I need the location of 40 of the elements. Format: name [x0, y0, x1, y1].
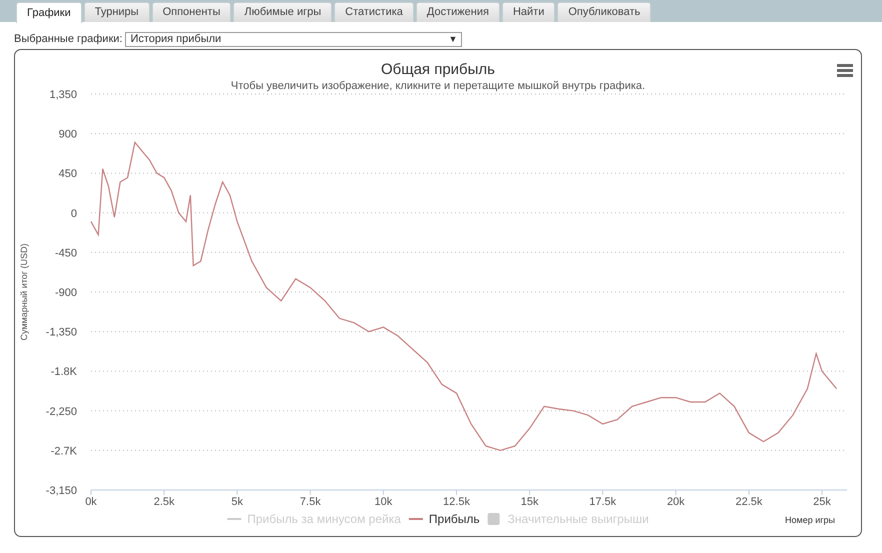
x-tick-label: 25k [813, 496, 831, 508]
tab[interactable]: Турниры [84, 2, 150, 22]
chart-subtitle: Чтобы увеличить изображение, кликните и перетащите мышкой внутрь графика. [230, 80, 646, 92]
x-tick-label: 20k [666, 496, 685, 508]
tab[interactable]: Найти [502, 2, 556, 22]
legend-item[interactable]: Прибыль [408, 512, 480, 526]
x-axis-title: Номер игры [785, 515, 835, 525]
y-tick-label: -450 [54, 247, 77, 260]
x-tick-label: 5k [231, 496, 244, 508]
tab[interactable]: Оппоненты [152, 2, 232, 22]
x-tick-label: 2.5k [154, 496, 174, 508]
y-tick-label: -1,350 [46, 326, 77, 339]
y-tick-label: -2,250 [46, 406, 77, 418]
x-tick-label: 15k [520, 496, 538, 508]
y-axis-title: Суммарный итог (USD) [19, 243, 29, 341]
y-tick-label: 1,350 [49, 89, 77, 101]
x-tick-label: 17.5k [589, 496, 616, 508]
x-tick-label: 22.5k [735, 496, 762, 508]
dropdown-arrow-icon: ▼ [448, 33, 458, 46]
tab[interactable]: Любимые игры [233, 2, 332, 22]
tab[interactable]: Опубликовать [557, 2, 652, 22]
y-tick-label: 450 [58, 168, 77, 180]
tab[interactable]: Статистика [334, 2, 414, 22]
legend-label: Прибыль [428, 512, 480, 526]
x-tick-label: 12.5k [443, 496, 470, 508]
menu-icon[interactable] [837, 64, 853, 77]
chart-title: Общая прибыль [380, 61, 496, 78]
tab[interactable]: Графики [16, 2, 82, 23]
x-tick-label: 0k [85, 496, 97, 508]
y-tick-label: 900 [58, 128, 77, 141]
y-tick-label: -900 [54, 287, 77, 299]
y-tick-label: -2.7K [50, 445, 77, 458]
selector-label: Выбранные графики: [14, 32, 122, 48]
y-tick-label: -1.8K [50, 366, 77, 378]
y-tick-label: 0 [70, 208, 77, 220]
chart-dropdown[interactable]: История прибыли ▼ [125, 32, 462, 47]
x-tick-label: 7.5k [300, 496, 321, 508]
y-tick-label: -3,150 [46, 485, 77, 497]
x-tick-label: 10k [374, 496, 392, 508]
tab[interactable]: Достижения [416, 2, 500, 22]
